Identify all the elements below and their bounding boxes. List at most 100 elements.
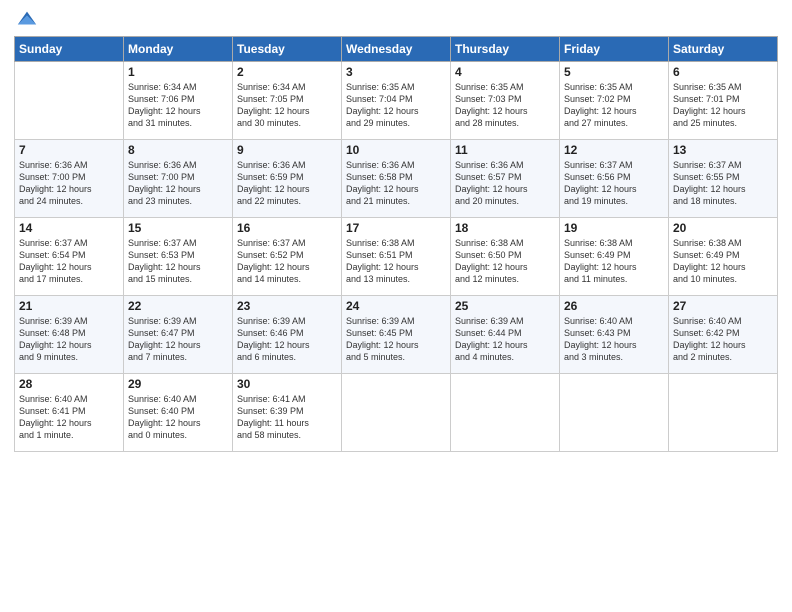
day-number: 14 — [19, 221, 119, 235]
calendar-cell — [560, 374, 669, 452]
calendar-cell: 8 Sunrise: 6:36 AM Sunset: 7:00 PM Daylig… — [124, 140, 233, 218]
calendar-cell: 11 Sunrise: 6:36 AM Sunset: 6:57 PM Dayli… — [451, 140, 560, 218]
calendar-cell: 21 Sunrise: 6:39 AM Sunset: 6:48 PM Dayli… — [15, 296, 124, 374]
calendar-cell: 4 Sunrise: 6:35 AM Sunset: 7:03 PM Daylig… — [451, 62, 560, 140]
calendar-cell: 30 Sunrise: 6:41 AM Sunset: 6:39 PM Dayli… — [233, 374, 342, 452]
day-info: Sunrise: 6:39 AM Sunset: 6:44 PM Dayligh… — [455, 315, 555, 364]
day-number: 16 — [237, 221, 337, 235]
day-of-week-header: Sunday — [15, 37, 124, 62]
day-info: Sunrise: 6:40 AM Sunset: 6:43 PM Dayligh… — [564, 315, 664, 364]
calendar-cell: 12Sunrise: 6:37 AM Sunset: 6:56 PM Dayli… — [560, 140, 669, 218]
calendar-cell — [451, 374, 560, 452]
day-number: 27 — [673, 299, 773, 313]
calendar-cell: 15 Sunrise: 6:37 AM Sunset: 6:53 PM Dayli… — [124, 218, 233, 296]
day-number: 25 — [455, 299, 555, 313]
calendar-cell: 6 Sunrise: 6:35 AM Sunset: 7:01 PM Daylig… — [669, 62, 778, 140]
calendar-cell: 2 Sunrise: 6:34 AM Sunset: 7:05 PM Daylig… — [233, 62, 342, 140]
calendar-cell: 1 Sunrise: 6:34 AM Sunset: 7:06 PM Daylig… — [124, 62, 233, 140]
calendar-cell: 13 Sunrise: 6:37 AM Sunset: 6:55 PM Dayli… — [669, 140, 778, 218]
day-info: Sunrise: 6:39 AM Sunset: 6:45 PM Dayligh… — [346, 315, 446, 364]
day-of-week-header: Tuesday — [233, 37, 342, 62]
day-number: 5 — [564, 65, 664, 79]
calendar-cell — [342, 374, 451, 452]
day-number: 6 — [673, 65, 773, 79]
day-info: Sunrise: 6:40 AM Sunset: 6:41 PM Dayligh… — [19, 393, 119, 442]
calendar-cell: 5 Sunrise: 6:35 AM Sunset: 7:02 PM Daylig… — [560, 62, 669, 140]
calendar-cell: 7 Sunrise: 6:36 AM Sunset: 7:00 PM Daylig… — [15, 140, 124, 218]
calendar-cell: 23Sunrise: 6:39 AM Sunset: 6:46 PM Dayli… — [233, 296, 342, 374]
day-info: Sunrise: 6:35 AM Sunset: 7:02 PM Dayligh… — [564, 81, 664, 130]
day-info: Sunrise: 6:36 AM Sunset: 7:00 PM Dayligh… — [128, 159, 228, 208]
calendar-cell: 10 Sunrise: 6:36 AM Sunset: 6:58 PM Dayli… — [342, 140, 451, 218]
day-info: Sunrise: 6:36 AM Sunset: 7:00 PM Dayligh… — [19, 159, 119, 208]
day-info: Sunrise: 6:39 AM Sunset: 6:48 PM Dayligh… — [19, 315, 119, 364]
day-info: Sunrise: 6:35 AM Sunset: 7:01 PM Dayligh… — [673, 81, 773, 130]
calendar-cell: 9Sunrise: 6:36 AM Sunset: 6:59 PM Daylig… — [233, 140, 342, 218]
day-info: Sunrise: 6:36 AM Sunset: 6:58 PM Dayligh… — [346, 159, 446, 208]
day-number: 3 — [346, 65, 446, 79]
day-number: 22 — [128, 299, 228, 313]
day-number: 29 — [128, 377, 228, 391]
calendar-cell: 19 Sunrise: 6:38 AM Sunset: 6:49 PM Dayli… — [560, 218, 669, 296]
day-number: 17 — [346, 221, 446, 235]
calendar-week-row: 21 Sunrise: 6:39 AM Sunset: 6:48 PM Dayli… — [15, 296, 778, 374]
calendar-cell: 18 Sunrise: 6:38 AM Sunset: 6:50 PM Dayli… — [451, 218, 560, 296]
calendar-cell: 26 Sunrise: 6:40 AM Sunset: 6:43 PM Dayli… — [560, 296, 669, 374]
calendar-cell: 17 Sunrise: 6:38 AM Sunset: 6:51 PM Dayli… — [342, 218, 451, 296]
day-info: Sunrise: 6:38 AM Sunset: 6:50 PM Dayligh… — [455, 237, 555, 286]
day-number: 28 — [19, 377, 119, 391]
day-info: Sunrise: 6:37 AM Sunset: 6:53 PM Dayligh… — [128, 237, 228, 286]
day-number: 30 — [237, 377, 337, 391]
day-number: 21 — [19, 299, 119, 313]
calendar-cell: 20 Sunrise: 6:38 AM Sunset: 6:49 PM Dayli… — [669, 218, 778, 296]
calendar-cell — [669, 374, 778, 452]
day-number: 9 — [237, 143, 337, 157]
day-number: 26 — [564, 299, 664, 313]
day-number: 12 — [564, 143, 664, 157]
logo — [14, 10, 38, 30]
logo-text — [14, 10, 38, 30]
day-number: 15 — [128, 221, 228, 235]
day-info: Sunrise: 6:35 AM Sunset: 7:04 PM Dayligh… — [346, 81, 446, 130]
day-number: 24 — [346, 299, 446, 313]
day-number: 20 — [673, 221, 773, 235]
day-info: Sunrise: 6:40 AM Sunset: 6:40 PM Dayligh… — [128, 393, 228, 442]
calendar-week-row: 7 Sunrise: 6:36 AM Sunset: 7:00 PM Daylig… — [15, 140, 778, 218]
day-number: 8 — [128, 143, 228, 157]
day-info: Sunrise: 6:34 AM Sunset: 7:06 PM Dayligh… — [128, 81, 228, 130]
day-of-week-header: Monday — [124, 37, 233, 62]
calendar-cell: 29 Sunrise: 6:40 AM Sunset: 6:40 PM Dayli… — [124, 374, 233, 452]
day-number: 1 — [128, 65, 228, 79]
day-info: Sunrise: 6:37 AM Sunset: 6:52 PM Dayligh… — [237, 237, 337, 286]
calendar-week-row: 14 Sunrise: 6:37 AM Sunset: 6:54 PM Dayli… — [15, 218, 778, 296]
day-info: Sunrise: 6:39 AM Sunset: 6:47 PM Dayligh… — [128, 315, 228, 364]
day-of-week-header: Wednesday — [342, 37, 451, 62]
day-info: Sunrise: 6:38 AM Sunset: 6:49 PM Dayligh… — [673, 237, 773, 286]
header — [14, 10, 778, 30]
day-number: 11 — [455, 143, 555, 157]
day-number: 10 — [346, 143, 446, 157]
day-number: 7 — [19, 143, 119, 157]
day-info: Sunrise: 6:37 AM Sunset: 6:55 PM Dayligh… — [673, 159, 773, 208]
day-number: 18 — [455, 221, 555, 235]
day-number: 2 — [237, 65, 337, 79]
day-info: Sunrise: 6:41 AM Sunset: 6:39 PM Dayligh… — [237, 393, 337, 442]
day-info: Sunrise: 6:37 AM Sunset: 6:54 PM Dayligh… — [19, 237, 119, 286]
day-number: 13 — [673, 143, 773, 157]
calendar-cell: 14 Sunrise: 6:37 AM Sunset: 6:54 PM Dayli… — [15, 218, 124, 296]
day-info: Sunrise: 6:36 AM Sunset: 6:57 PM Dayligh… — [455, 159, 555, 208]
calendar-week-row: 28 Sunrise: 6:40 AM Sunset: 6:41 PM Dayli… — [15, 374, 778, 452]
calendar-cell: 24 Sunrise: 6:39 AM Sunset: 6:45 PM Dayli… — [342, 296, 451, 374]
day-info: Sunrise: 6:34 AM Sunset: 7:05 PM Dayligh… — [237, 81, 337, 130]
day-number: 4 — [455, 65, 555, 79]
day-of-week-header: Friday — [560, 37, 669, 62]
day-info: Sunrise: 6:35 AM Sunset: 7:03 PM Dayligh… — [455, 81, 555, 130]
day-number: 23 — [237, 299, 337, 313]
calendar-cell — [15, 62, 124, 140]
calendar-header-row: SundayMondayTuesdayWednesdayThursdayFrid… — [15, 37, 778, 62]
day-info: Sunrise: 6:38 AM Sunset: 6:49 PM Dayligh… — [564, 237, 664, 286]
calendar-cell: 16 Sunrise: 6:37 AM Sunset: 6:52 PM Dayli… — [233, 218, 342, 296]
day-info: Sunrise: 6:38 AM Sunset: 6:51 PM Dayligh… — [346, 237, 446, 286]
calendar-table: SundayMondayTuesdayWednesdayThursdayFrid… — [14, 36, 778, 452]
day-number: 19 — [564, 221, 664, 235]
